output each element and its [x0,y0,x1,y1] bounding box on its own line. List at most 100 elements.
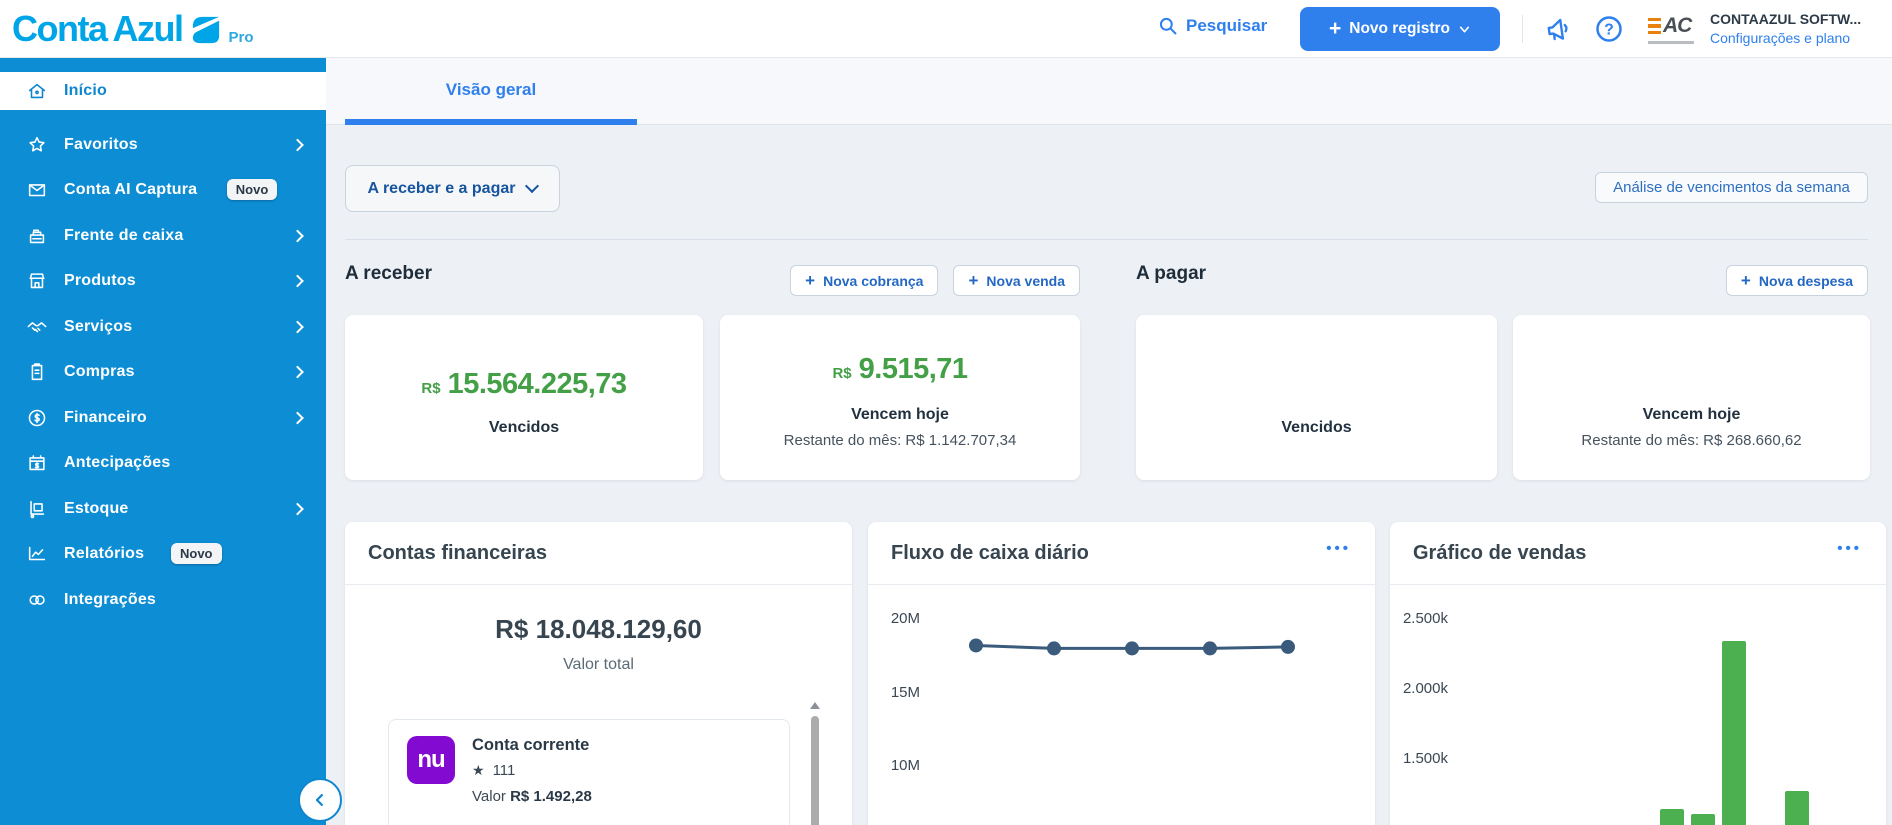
tab-visao-geral[interactable]: Visão geral [345,58,637,125]
card-label: Vencem hoje [1642,406,1741,423]
nova-venda-button[interactable]: + Nova venda [953,265,1080,296]
advance-icon [29,454,45,470]
sidebar-item-estoque[interactable]: Estoque [0,486,326,531]
plus-icon: + [1328,17,1342,40]
account-rating: ★ 111 [472,762,516,779]
sidebar-item-label: Financeiro [64,408,147,426]
y-axis-tick: 10M [890,757,920,774]
sidebar-item-in-cio[interactable]: Início [0,72,326,110]
nova-despesa-button[interactable]: + Nova despesa [1725,265,1868,296]
clipboard-icon [31,362,43,380]
logo-text-azul: Azul [112,8,185,49]
sales-bar [1722,641,1747,825]
new-record-button[interactable]: + Novo registro [1300,7,1500,51]
chevron-right-icon [291,365,304,378]
sidebar-item-compras[interactable]: Compras [0,349,326,394]
pro-label: Pro [228,29,254,46]
novo-badge: Novo [226,179,278,200]
sidebar-item-label: Favoritos [64,135,138,153]
accounts-total-label: Valor total [563,656,634,673]
receivables-overdue-card[interactable]: R$ 15.564.225,73 Vencidos [345,315,703,480]
search-label: Pesquisar [1186,16,1268,35]
payables-actions: + Nova despesa [1568,265,1868,296]
settings-plan-link[interactable]: Configurações e plano [1710,29,1861,48]
account-list-item[interactable]: nu Conta corrente ★ 111 Valor R$ 1.492,28 [388,719,790,825]
sidebar-item-servi-os[interactable]: Serviços [0,304,326,349]
y-axis-tick: 1.500k [1402,750,1448,767]
new-record-label: Novo registro [1349,20,1451,37]
sales-bar [1785,791,1809,825]
logo-text-conta: Conta [12,8,108,49]
payables-due-today-card[interactable]: Vencem hoje Restante do mês: R$ 268.660,6… [1513,315,1870,480]
sidebar-item-label: Compras [64,362,135,380]
sidebar-item-relat-rios[interactable]: Relatórios Novo [0,531,326,576]
more-options-icon[interactable]: ••• [1837,540,1862,557]
card-amount: R$ 9.515,71 [832,353,968,385]
leaf-logo-icon [192,16,219,44]
header-divider [1522,15,1523,43]
sidebar-item-integra-es[interactable]: Integrações [0,577,326,622]
y-axis-tick: 20M [890,610,920,627]
contaazul-dashboard: Conta Azul Pro Pesquisar + Novo registro [0,0,1892,825]
chevron-right-icon [291,229,304,242]
sidebar-item-antecipa-es[interactable]: Antecipações [0,440,326,485]
contaazul-logo[interactable]: Conta Azul Pro [12,9,254,49]
daily-cash-flow-card: Fluxo de caixa diário ••• 20M 15M 10M [868,522,1375,825]
chevron-right-icon [291,502,304,515]
sidebar-item-produtos[interactable]: Produtos [0,258,326,303]
tab-active-underline [345,119,637,125]
account-menu[interactable]: AC CONTAAZUL SOFTW... Configurações e pl… [1648,10,1861,48]
chevron-down-icon [525,178,540,194]
chevron-right-icon [291,274,304,287]
sidebar-item-frente-de-caixa[interactable]: Frente de caixa [0,213,326,258]
more-options-icon[interactable]: ••• [1326,540,1351,557]
sidebar-item-label: Relatórios [64,544,145,562]
sidebar-item-conta-ai-captura[interactable]: Conta AI Captura Novo [0,167,326,212]
megaphone-icon[interactable] [1544,14,1574,44]
financial-accounts-card: Contas financeiras R$ 18.048.129,60 Valo… [345,522,852,825]
search-icon [1159,17,1177,35]
chevron-right-icon [291,138,304,151]
panel-header: Gráfico de vendas ••• [1390,522,1886,585]
card-amount: R$ 15.564.225,73 [421,368,627,400]
sales-chart-card: Gráfico de vendas ••• 2.500k 2.000k 1.500k [1390,522,1886,825]
sidebar-item-label: Frente de caixa [64,226,184,244]
sidebar-item-financeiro[interactable]: Financeiro [0,395,326,440]
sales-bar [1691,813,1716,825]
account-name: Conta corrente [472,736,590,754]
help-icon[interactable]: ? [1594,14,1624,44]
receivables-due-today-card[interactable]: R$ 9.515,71 Vencem hoje Restante do mês: R$… [720,315,1080,480]
receivables-title: A receber [345,263,432,284]
reports-icon [28,546,46,560]
sidebar-item-label: Início [64,82,107,99]
chevron-left-icon [315,794,323,806]
scrollbar-up-arrow[interactable] [810,702,820,709]
star-icon: ★ [472,762,485,778]
sidebar-item-label: Antecipações [64,453,171,471]
dropdown-label: A receber e a pagar [367,179,516,197]
receivables-payables-dropdown[interactable]: A receber e a pagar [345,165,560,212]
scrollbar-thumb[interactable] [811,716,819,825]
home-icon [28,83,46,99]
plus-icon: + [805,270,816,290]
account-value: Valor R$ 1.492,28 [472,788,592,805]
week-due-analysis-button[interactable]: Análise de vencimentos da semana [1595,172,1868,203]
plus-icon: + [1740,270,1751,290]
accounts-scrollbar[interactable] [810,700,820,825]
payables-title: A pagar [1136,263,1207,284]
y-axis-tick: 15M [890,683,920,701]
card-label: Vencidos [488,419,560,436]
panel-title: Contas financeiras [368,542,547,564]
tab-bar: Visão geral [326,58,1892,125]
stock-icon [30,500,45,518]
card-label: Vencem hoje [851,406,949,423]
panel-title: Gráfico de vendas [1413,542,1587,564]
sidebar-item-favoritos[interactable]: Favoritos [0,122,326,167]
search-button[interactable]: Pesquisar [1158,16,1267,36]
sidebar-collapse-button[interactable] [298,778,342,822]
receivables-actions: + Nova cobrança + Nova venda [680,265,1080,296]
company-logo: AC [1648,10,1698,48]
payables-overdue-card[interactable]: Vencidos [1136,315,1497,480]
nova-cobran-a-button[interactable]: + Nova cobrança [790,265,939,296]
sidebar-item-label: Serviços [64,317,133,335]
